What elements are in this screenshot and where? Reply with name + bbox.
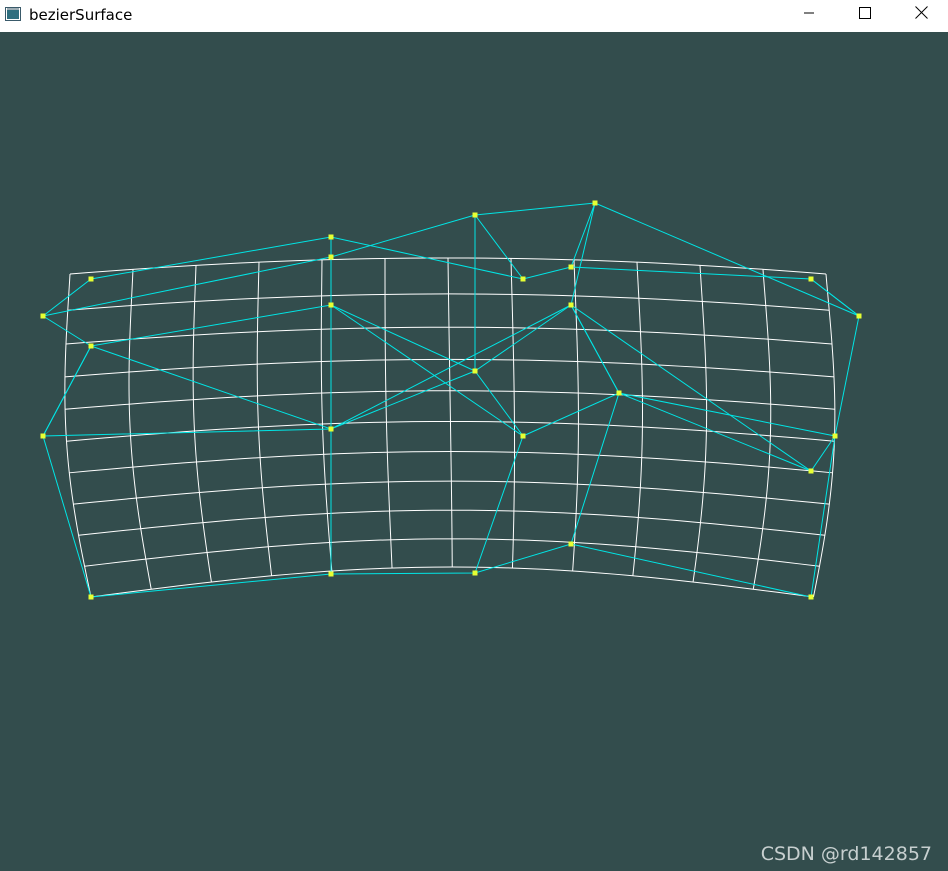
bezier-surface-mesh xyxy=(64,257,836,598)
control-net-line xyxy=(90,304,836,437)
control-point xyxy=(472,570,478,576)
control-point xyxy=(328,234,334,240)
control-point xyxy=(40,433,46,439)
control-net-line xyxy=(42,304,836,472)
mesh-isoline-u xyxy=(447,257,453,568)
bezier-surface-render xyxy=(40,200,862,600)
watermark: CSDN @rd142857 xyxy=(760,843,932,865)
control-point xyxy=(40,313,46,319)
mesh-isoline-u xyxy=(510,258,516,569)
control-net-line xyxy=(42,202,860,317)
control-point xyxy=(88,594,94,600)
control-point xyxy=(88,276,94,282)
mesh-isoline-u xyxy=(128,269,152,590)
mesh-isoline-v xyxy=(90,566,814,598)
control-point xyxy=(568,264,574,270)
control-point xyxy=(856,313,862,319)
mesh-isoline-u xyxy=(256,262,273,576)
control-point xyxy=(832,433,838,439)
mesh-isoline-u xyxy=(192,265,212,583)
minimize-button[interactable] xyxy=(786,0,832,30)
title-bar[interactable]: bezierSurface xyxy=(0,0,948,32)
control-point xyxy=(520,433,526,439)
mesh-isoline-u xyxy=(384,258,393,569)
control-point xyxy=(808,594,814,600)
control-net-line xyxy=(42,345,92,437)
control-net-line xyxy=(474,213,524,574)
control-point xyxy=(808,276,814,282)
control-point xyxy=(472,368,478,374)
opengl-window-icon xyxy=(5,7,21,21)
control-point xyxy=(568,302,574,308)
close-button[interactable] xyxy=(898,0,944,30)
control-point xyxy=(328,254,334,260)
control-point xyxy=(616,390,622,396)
mesh-isoline-u xyxy=(632,262,644,576)
maximize-icon xyxy=(859,6,871,24)
control-point xyxy=(472,212,478,218)
application-window: bezierSurface CSDN @rd142857 xyxy=(0,0,948,871)
control-net-line xyxy=(42,236,860,317)
window-title: bezierSurface xyxy=(29,6,133,24)
control-point xyxy=(592,200,598,206)
control-net xyxy=(42,202,860,598)
gl-viewport[interactable]: CSDN @rd142857 xyxy=(0,32,948,871)
maximize-button[interactable] xyxy=(842,0,888,30)
control-net-line xyxy=(42,315,92,598)
control-point xyxy=(520,276,526,282)
mesh-isoline-u xyxy=(752,269,772,590)
control-net-line xyxy=(90,543,812,598)
control-point xyxy=(88,343,94,349)
control-point xyxy=(328,571,334,577)
control-point xyxy=(328,426,334,432)
control-point xyxy=(568,541,574,547)
control-point xyxy=(808,468,814,474)
control-point xyxy=(328,302,334,308)
close-icon xyxy=(914,6,928,24)
minimize-icon xyxy=(803,6,815,24)
control-points xyxy=(40,200,862,600)
